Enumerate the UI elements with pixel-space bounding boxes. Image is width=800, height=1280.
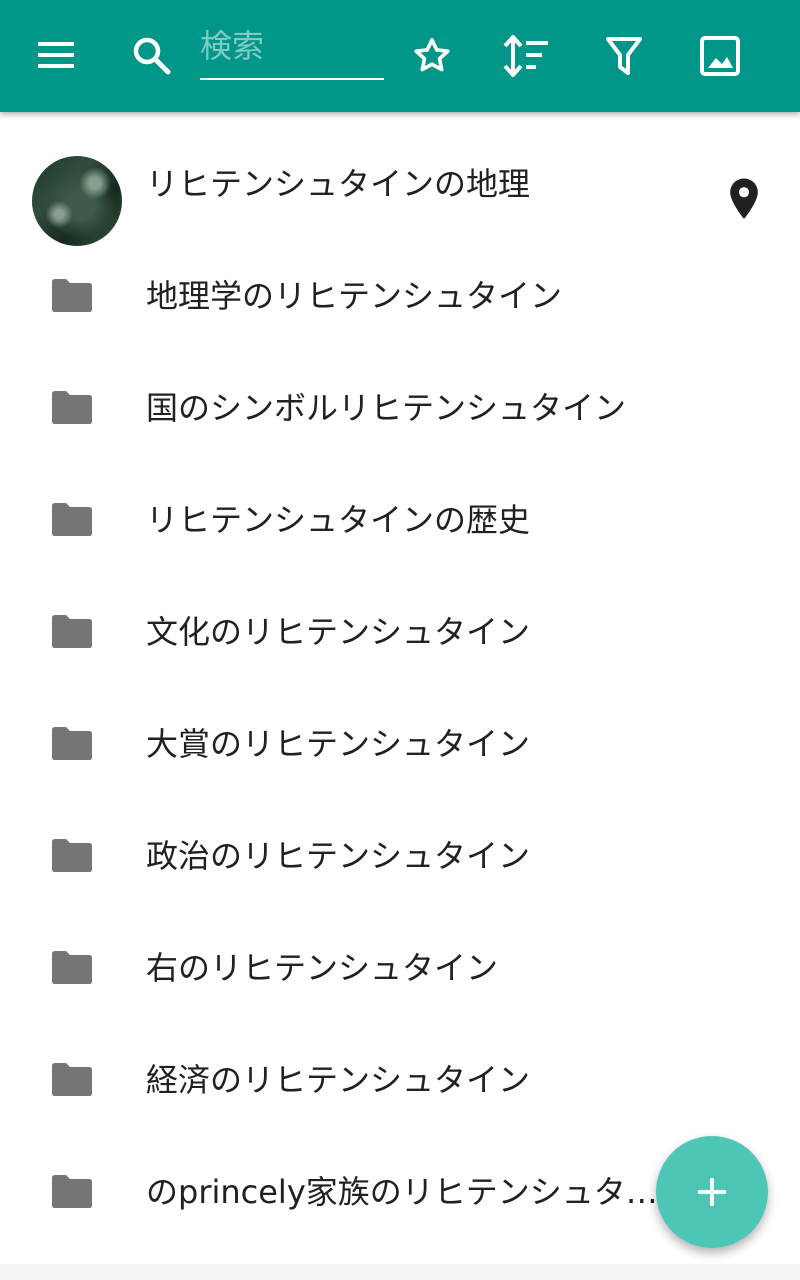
plus-icon [698,1178,726,1206]
folder-icon [52,839,92,872]
list-item[interactable]: 大賞のリヒテンシュタイン [0,688,800,800]
menu-icon[interactable] [36,38,76,72]
star-outline-icon[interactable] [410,34,454,78]
folder-icon [52,1063,92,1096]
category-thumbnail [32,156,122,246]
list-item[interactable]: 地理学のリヒテンシュタイン [0,240,800,352]
app-toolbar [0,0,800,112]
place-pin-icon[interactable] [724,176,764,222]
add-button[interactable] [656,1136,768,1248]
sort-icon[interactable] [502,34,552,78]
search-input[interactable] [200,26,384,66]
list-item[interactable]: 右のリヒテンシュタイン [0,912,800,1024]
folder-icon [52,279,92,312]
list-item[interactable]: リヒテンシュタインの歴史 [0,464,800,576]
image-icon[interactable] [698,34,742,78]
list-item-label: 経済のリヒテンシュタイン [146,1061,531,1099]
bottom-edge [0,1264,800,1280]
folder-icon [52,503,92,536]
list-item-label: のprincely家族のリヒテンシュタイン [146,1173,658,1211]
folder-icon [52,391,92,424]
filter-icon[interactable] [604,34,644,78]
list-item[interactable]: 政治のリヒテンシュタイン [0,800,800,912]
list-item-label: 政治のリヒテンシュタイン [146,837,531,875]
category-title: リヒテンシュタインの地理 [146,165,531,203]
list-item-label: 右のリヒテンシュタイン [146,949,499,987]
folder-icon [52,615,92,648]
search-icon[interactable] [130,34,174,78]
list-item[interactable]: 文化のリヒテンシュタイン [0,576,800,688]
list-item-label: 文化のリヒテンシュタイン [146,613,531,651]
folder-icon [52,1175,92,1208]
list-item-label: リヒテンシュタインの歴史 [146,501,531,539]
list-item-label: 国のシンボルリヒテンシュタイン [146,389,627,427]
list-item-label: 大賞のリヒテンシュタイン [146,725,531,763]
list-item[interactable]: 経済のリヒテンシュタイン [0,1024,800,1136]
list-item[interactable]: 国のシンボルリヒテンシュタイン [0,352,800,464]
list-item-label: 地理学のリヒテンシュタイン [146,277,563,315]
search-field [200,26,384,80]
category-header-row[interactable]: リヒテンシュタインの地理 [0,128,800,246]
folder-icon [52,951,92,984]
folder-icon [52,727,92,760]
